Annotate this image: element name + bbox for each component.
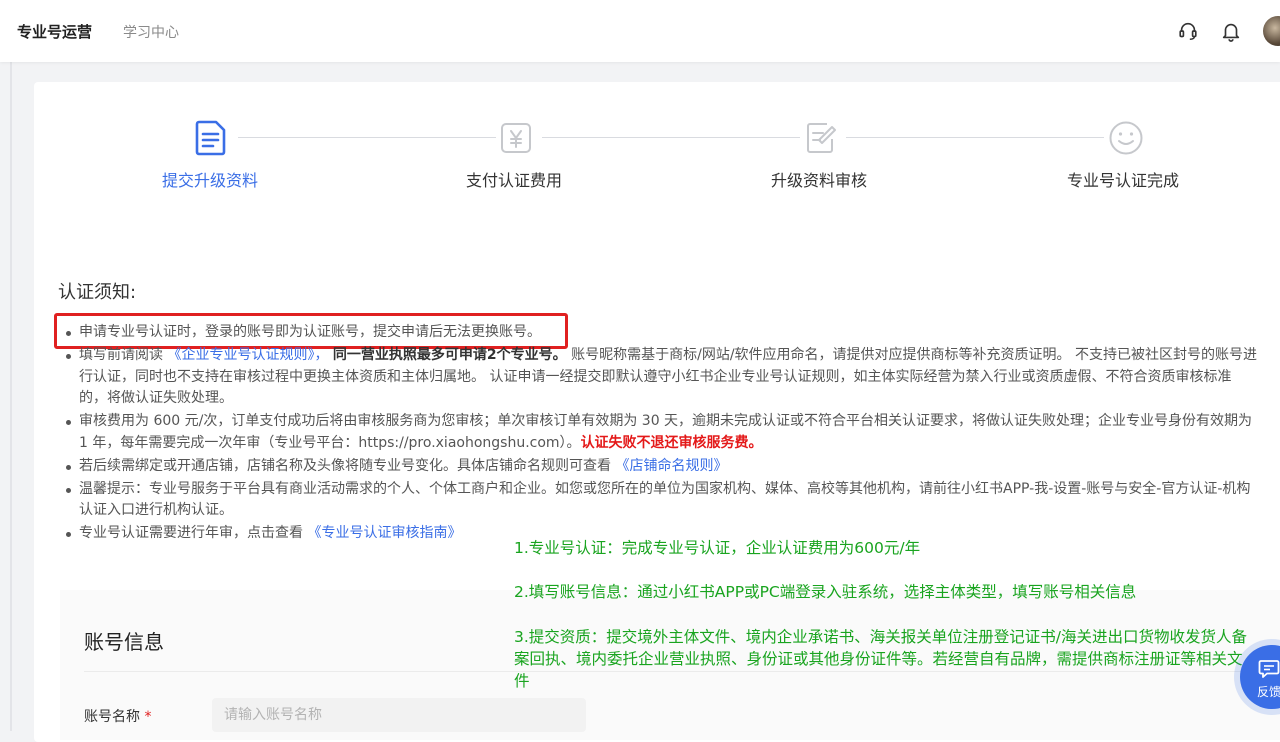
smile-icon (1109, 121, 1143, 155)
list-item: 填写前请阅读 《企业专业号认证规则》， 同一营业执照最多可申请2个专业号。 账号… (62, 345, 1257, 410)
bell-icon[interactable] (1220, 20, 1242, 42)
feedback-icon (1258, 660, 1280, 678)
headset-icon[interactable] (1177, 20, 1199, 42)
annotation-3: 3.提交资质：提交境外主体文件、境内企业承诺书、海关报关单位注册登记证书/海关进… (514, 628, 1248, 690)
annotation-2: 2.填写账号信息：通过小红书APP或PC端登录入驻系统，选择主体类型，填写账号相… (514, 583, 1137, 601)
brand-title[interactable]: 专业号运营 (17, 21, 92, 42)
edit-doc-icon (807, 123, 836, 153)
list-item: 申请专业号认证时，登录的账号即为认证账号，提交申请后无法更换账号。 (62, 322, 1257, 344)
step-label-review: 升级资料审核 (771, 171, 868, 190)
step-connector (846, 137, 1104, 138)
list-item: 若后续需绑定或开通店铺，店铺名称及头像将随专业号变化。具体店铺命名规则可查看 《… (62, 456, 1257, 478)
list-item: 审核费用为 600 元/次，订单支付成功后将由审核服务商为您审核；单次审核订单有… (62, 411, 1257, 454)
step-connector (238, 137, 496, 138)
rules-link[interactable]: 《企业专业号认证规则》， (167, 347, 328, 363)
annotation-1: 1.专业号认证：完成专业号认证，企业认证费用为600元/年 (514, 539, 921, 557)
review-guide-link[interactable]: 《专业号认证审核指南》 (307, 525, 461, 541)
top-bar: 专业号运营 学习中心 (0, 0, 1280, 62)
feedback-label: 反馈 (1257, 685, 1280, 699)
account-name-input[interactable] (212, 698, 586, 732)
step-label-complete: 专业号认证完成 (1067, 171, 1180, 190)
yuan-icon (501, 123, 531, 153)
step-connector (542, 137, 800, 138)
document-icon (195, 120, 226, 156)
nav-learning-center[interactable]: 学习中心 (123, 22, 179, 42)
section-title: 账号信息 (84, 630, 164, 654)
notice-list: 申请专业号认证时，登录的账号即为认证账号，提交申请后无法更换账号。 填写前请阅读… (62, 322, 1257, 546)
list-item: 温馨提示：专业号服务于平台具有商业活动需求的个人、个体工商户和企业。如您或您所在… (62, 479, 1257, 522)
step-label-submit: 提交升级资料 (162, 171, 259, 190)
step-label-pay: 支付认证费用 (466, 171, 563, 190)
notice-title: 认证须知: (58, 282, 137, 303)
avatar[interactable] (1263, 16, 1280, 46)
account-name-label: 账号名称 * (84, 709, 152, 725)
shop-naming-link[interactable]: 《店铺命名规则》 (615, 458, 727, 474)
left-divider (10, 62, 12, 731)
required-mark: * (144, 709, 152, 725)
